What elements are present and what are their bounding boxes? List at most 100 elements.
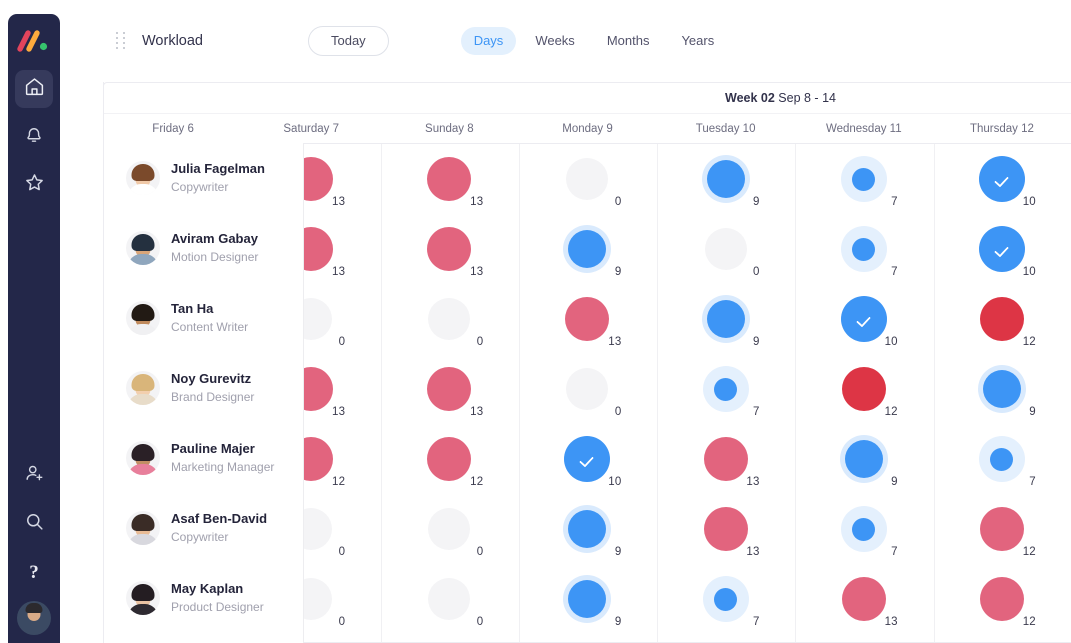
- person-meta: Noy Gurevitz Brand Designer: [171, 371, 254, 404]
- workload-cell[interactable]: 13: [657, 494, 795, 564]
- person-row[interactable]: Aviram Gabay Motion Designer: [103, 213, 303, 283]
- workload-cell[interactable]: 0: [380, 564, 518, 634]
- workload-cell[interactable]: 7: [657, 564, 795, 634]
- sidebar-item-notifications[interactable]: [15, 118, 53, 156]
- person-meta: Aviram Gabay Motion Designer: [171, 231, 258, 264]
- bubble-ring: [841, 367, 886, 411]
- workload-bubble[interactable]: 7: [694, 570, 759, 628]
- tab-days[interactable]: Days: [460, 26, 517, 56]
- workload-bubble[interactable]: 9: [832, 430, 898, 488]
- workload-cell[interactable]: 13: [795, 564, 933, 634]
- workload-cell[interactable]: 7: [933, 424, 1071, 494]
- workload-bubble[interactable]: 10: [970, 220, 1036, 278]
- person-role: Copywriter: [171, 179, 229, 194]
- workload-bubble[interactable]: 9: [694, 150, 759, 208]
- workload-cell[interactable]: 12: [795, 354, 933, 424]
- workload-bubble[interactable]: 0: [694, 220, 759, 278]
- bubble-core: [978, 226, 1025, 272]
- workload-cell[interactable]: 12: [380, 424, 518, 494]
- workload-bubble[interactable]: 12: [970, 290, 1036, 348]
- workload-cell[interactable]: 0: [657, 214, 795, 284]
- workload-bubble[interactable]: 10: [970, 150, 1036, 208]
- workload-bubble[interactable]: 13: [694, 500, 759, 558]
- workload-cell[interactable]: 12: [933, 494, 1071, 564]
- workload-cell[interactable]: 7: [795, 144, 933, 214]
- workload-cell[interactable]: 0: [518, 354, 656, 424]
- sidebar-item-help[interactable]: ?: [15, 553, 53, 591]
- workload-bubble[interactable]: 7: [832, 220, 898, 278]
- sidebar-item-invite[interactable]: [15, 457, 53, 495]
- workload-bubble[interactable]: 13: [417, 150, 483, 208]
- drag-handle-icon[interactable]: [116, 32, 128, 49]
- workload-cell[interactable]: 10: [933, 214, 1071, 284]
- workload-bubble[interactable]: 12: [970, 570, 1036, 628]
- workload-bubble[interactable]: 13: [694, 430, 759, 488]
- workload-bubble[interactable]: 0: [555, 360, 621, 418]
- workload-cell[interactable]: 12: [933, 284, 1071, 354]
- workload-bubble[interactable]: 0: [417, 570, 483, 628]
- workload-cell[interactable]: 10: [518, 424, 656, 494]
- today-button[interactable]: Today: [307, 25, 389, 57]
- workload-cell[interactable]: 9: [933, 354, 1071, 424]
- workload-bubble[interactable]: 12: [970, 500, 1036, 558]
- workload-cell[interactable]: 13: [380, 354, 518, 424]
- workload-bubble[interactable]: 13: [832, 570, 898, 628]
- workload-cell[interactable]: 9: [795, 424, 933, 494]
- tab-months[interactable]: Months: [594, 27, 663, 55]
- workload-cell[interactable]: 10: [795, 284, 933, 354]
- workload-bubble[interactable]: 9: [555, 220, 621, 278]
- workload-bubble[interactable]: 10: [832, 290, 898, 348]
- workload-bubble[interactable]: 7: [832, 500, 898, 558]
- workload-cell[interactable]: 10: [933, 144, 1071, 214]
- person-row[interactable]: Asaf Ben-David Copywriter: [103, 493, 303, 563]
- bubble-core: [427, 367, 472, 411]
- workload-cell[interactable]: 0: [518, 144, 656, 214]
- workload-cell[interactable]: 9: [657, 284, 795, 354]
- bubble-ring: [563, 575, 612, 623]
- person-row[interactable]: Noy Gurevitz Brand Designer: [103, 353, 303, 423]
- workload-cell[interactable]: 7: [795, 494, 933, 564]
- person-row[interactable]: May Kaplan Product Designer: [103, 563, 303, 633]
- tab-weeks[interactable]: Weeks: [522, 27, 588, 55]
- workload-bubble[interactable]: 0: [417, 290, 483, 348]
- workload-bubble[interactable]: 12: [832, 360, 898, 418]
- workload-bubble[interactable]: 12: [417, 430, 483, 488]
- workload-cell[interactable]: 13: [380, 214, 518, 284]
- workload-cell[interactable]: 13: [518, 284, 656, 354]
- workload-cell[interactable]: 0: [380, 284, 518, 354]
- workload-bubble[interactable]: 10: [555, 430, 621, 488]
- workload-cell[interactable]: 0: [380, 494, 518, 564]
- workload-bubble[interactable]: 7: [970, 430, 1036, 488]
- bubble-value: 12: [1022, 616, 1036, 628]
- person-row[interactable]: Pauline Majer Marketing Manager: [103, 423, 303, 493]
- person-row[interactable]: Tan Ha Content Writer: [103, 283, 303, 353]
- workload-bubble[interactable]: 9: [970, 360, 1036, 418]
- workload-cell[interactable]: 7: [657, 354, 795, 424]
- workload-bubble[interactable]: 9: [694, 290, 759, 348]
- workload-bubble[interactable]: 7: [832, 150, 898, 208]
- workload-cell[interactable]: 13: [657, 424, 795, 494]
- workload-cell[interactable]: 9: [657, 144, 795, 214]
- sidebar-item-search[interactable]: [15, 505, 53, 543]
- workload-cell[interactable]: 9: [518, 564, 656, 634]
- workload-cell[interactable]: 9: [518, 494, 656, 564]
- sidebar-item-home[interactable]: [15, 70, 53, 108]
- workload-bubble[interactable]: 13: [417, 220, 483, 278]
- sidebar-item-favorites[interactable]: [15, 166, 53, 204]
- workload-bubble[interactable]: 13: [417, 360, 483, 418]
- person-row[interactable]: Julia Fagelman Copywriter: [103, 143, 303, 213]
- workload-bubble[interactable]: 9: [555, 570, 621, 628]
- workload-cell[interactable]: 7: [795, 214, 933, 284]
- workload-bubble[interactable]: 7: [694, 360, 759, 418]
- tab-years[interactable]: Years: [668, 27, 727, 55]
- workload-bubble[interactable]: 13: [555, 290, 621, 348]
- workload-cell[interactable]: 9: [518, 214, 656, 284]
- workload-bubble[interactable]: 0: [417, 500, 483, 558]
- workload-cell[interactable]: 12: [933, 564, 1071, 634]
- workload-bubble[interactable]: 9: [555, 500, 621, 558]
- bubble-ring: [703, 437, 748, 481]
- user-avatar[interactable]: [17, 601, 51, 635]
- workload-bubble[interactable]: 0: [555, 150, 621, 208]
- workload-cell[interactable]: 13: [380, 144, 518, 214]
- monday-logo[interactable]: [17, 28, 51, 54]
